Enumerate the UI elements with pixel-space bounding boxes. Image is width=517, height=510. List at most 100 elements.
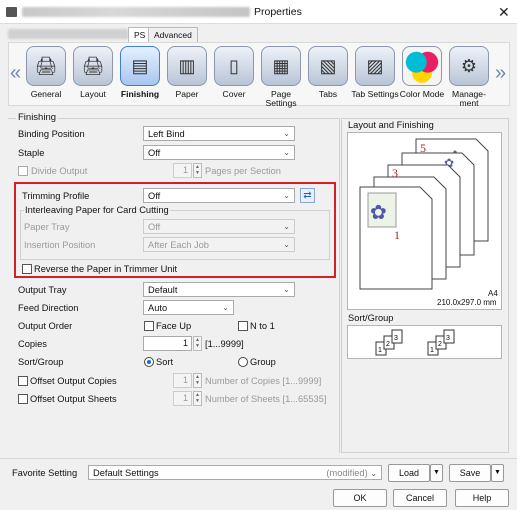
ribbon-left-arrow-icon[interactable]: « — [10, 62, 21, 85]
finishing-icon: ▤ — [120, 46, 160, 86]
ok-button[interactable]: OK — [333, 489, 387, 507]
ribbon-finishing[interactable]: ▤ Finishing — [116, 46, 164, 99]
stacked-pages-illustration: 5✿ 4✿ 3✿ 2 ✿1 — [359, 138, 489, 290]
offset-sheets-count[interactable]: 1 — [173, 391, 192, 406]
offset-copies-checkbox[interactable] — [18, 376, 28, 386]
offset-copies-unit: Number of Copies [1...9999] — [205, 376, 322, 386]
save-menu-chevron-icon[interactable]: ▼ — [491, 464, 504, 482]
trimming-label: Trimming Profile — [22, 191, 90, 201]
ribbon-management[interactable]: ⚙ Manage-ment — [445, 46, 493, 108]
ribbon-layout[interactable]: 🖨 Layout — [69, 46, 117, 99]
sort-group-label: Sort/Group — [18, 357, 64, 367]
load-menu-chevron-icon[interactable]: ▼ — [430, 464, 443, 482]
svg-text:1: 1 — [378, 347, 382, 354]
svg-text:3: 3 — [394, 335, 398, 342]
staple-label: Staple — [18, 148, 45, 158]
reverse-label: Reverse the Paper in Trimmer Unit — [34, 264, 178, 274]
cancel-button[interactable]: Cancel — [393, 489, 447, 507]
svg-text:3: 3 — [446, 335, 450, 342]
ribbon-cover[interactable]: ▯ Cover — [210, 46, 258, 99]
spinner-icon[interactable]: ▲ ▼ — [193, 336, 202, 351]
output-order-label: Output Order — [18, 321, 73, 331]
paper-size-dimensions: 210.0x297.0 mm — [437, 298, 497, 307]
chevron-down-icon: ⌄ — [283, 222, 290, 231]
copies-range: [1...9999] — [205, 339, 244, 349]
svg-text:✿: ✿ — [370, 202, 387, 224]
divide-label: Divide Output — [31, 166, 88, 176]
chevron-down-icon: ⌄ — [283, 148, 290, 157]
window-title: Properties — [254, 6, 302, 18]
load-button[interactable]: Load — [388, 464, 430, 482]
color-mode-icon — [402, 46, 442, 86]
staple-select[interactable]: Off ⌄ — [143, 145, 295, 160]
printer-app-icon — [6, 7, 17, 17]
binding-select[interactable]: Left Bind ⌄ — [143, 126, 295, 141]
n-to-1-checkbox[interactable] — [238, 321, 248, 331]
management-icon: ⚙ — [449, 46, 489, 86]
sort-radio[interactable] — [144, 357, 154, 367]
printer-layout-icon: 🖨 — [73, 46, 113, 86]
ribbon-paper[interactable]: ▥ Paper — [163, 46, 211, 99]
blurred-tab — [8, 29, 128, 39]
offset-sheets-checkbox[interactable] — [18, 394, 28, 404]
chevron-down-icon: ⌄ — [283, 129, 290, 138]
sort-sets-illustration: 1 2 3 1 2 3 — [375, 329, 455, 356]
refresh-icon[interactable]: ⇄ — [300, 188, 315, 203]
n-to-1-label: N to 1 — [250, 321, 275, 331]
save-button[interactable]: Save — [449, 464, 491, 482]
offset-sheets-unit: Number of Sheets [1...65535] — [205, 394, 327, 404]
divide-count[interactable]: 1 — [173, 163, 192, 178]
offset-copies-count[interactable]: 1 — [173, 373, 192, 388]
chevron-down-icon: ⌄ — [283, 285, 290, 294]
binding-label: Binding Position — [18, 129, 85, 139]
tab-settings-icon: ▨ — [355, 46, 395, 86]
blurred-printer-name — [22, 7, 250, 17]
offset-copies-label: Offset Output Copies — [30, 376, 117, 386]
group-label: Group — [250, 357, 276, 367]
svg-text:1: 1 — [430, 347, 434, 354]
copies-input[interactable]: 1 — [143, 336, 192, 351]
face-up-checkbox[interactable] — [144, 321, 154, 331]
sort-preview: 1 2 3 1 2 3 — [347, 325, 502, 359]
divider — [0, 458, 517, 459]
insertion-position-select[interactable]: After Each Job ⌄ — [143, 237, 295, 252]
ribbon-page-settings[interactable]: ▦ Page Settings — [257, 46, 305, 108]
paper-tray-label: Paper Tray — [24, 222, 70, 232]
svg-text:1: 1 — [394, 228, 400, 242]
paper-tray-select[interactable]: Off ⌄ — [143, 219, 295, 234]
favorite-select[interactable]: Default Settings (modified) ⌄ — [88, 465, 382, 480]
group-radio[interactable] — [238, 357, 248, 367]
layout-preview: 5✿ 4✿ 3✿ 2 ✿1 — [347, 132, 502, 310]
spinner-icon[interactable]: ▲ ▼ — [193, 391, 202, 406]
ribbon-tab-settings[interactable]: ▨ Tab Settings — [351, 46, 399, 99]
ribbon-tabs[interactable]: ▧ Tabs — [304, 46, 352, 99]
sort-panel-title: Sort/Group — [348, 313, 394, 323]
feed-direction-select[interactable]: Auto ⌄ — [143, 300, 234, 315]
close-icon[interactable]: ✕ — [498, 4, 510, 21]
modified-indicator: (modified) — [326, 467, 368, 478]
ribbon-general[interactable]: 🖨 General — [22, 46, 70, 99]
section-title: Finishing — [16, 112, 59, 123]
svg-text:2: 2 — [386, 341, 390, 348]
paper-icon: ▥ — [167, 46, 207, 86]
tab-advanced[interactable]: Advanced — [148, 27, 198, 42]
chevron-down-icon: ⌄ — [283, 240, 290, 249]
page-1: ✿1 — [359, 186, 433, 290]
reverse-checkbox[interactable] — [22, 264, 32, 274]
ribbon-right-arrow-icon[interactable]: » — [495, 62, 506, 85]
svg-text:2: 2 — [438, 341, 442, 348]
offset-sheets-label: Offset Output Sheets — [30, 394, 117, 404]
divide-checkbox[interactable] — [18, 166, 28, 176]
chevron-down-icon: ⌄ — [222, 303, 229, 312]
sort-label: Sort — [156, 357, 174, 367]
spinner-icon[interactable]: ▲ ▼ — [193, 163, 202, 178]
interleave-title: Interleaving Paper for Card Cutting — [24, 205, 170, 215]
spinner-icon[interactable]: ▲ ▼ — [193, 373, 202, 388]
cover-icon: ▯ — [214, 46, 254, 86]
trimming-select[interactable]: Off ⌄ — [143, 188, 295, 203]
feed-direction-label: Feed Direction — [18, 303, 79, 313]
help-button[interactable]: Help — [455, 489, 509, 507]
face-up-label: Face Up — [156, 321, 192, 331]
output-tray-select[interactable]: Default ⌄ — [143, 282, 295, 297]
ribbon-color-mode[interactable]: Color Mode — [398, 46, 446, 99]
